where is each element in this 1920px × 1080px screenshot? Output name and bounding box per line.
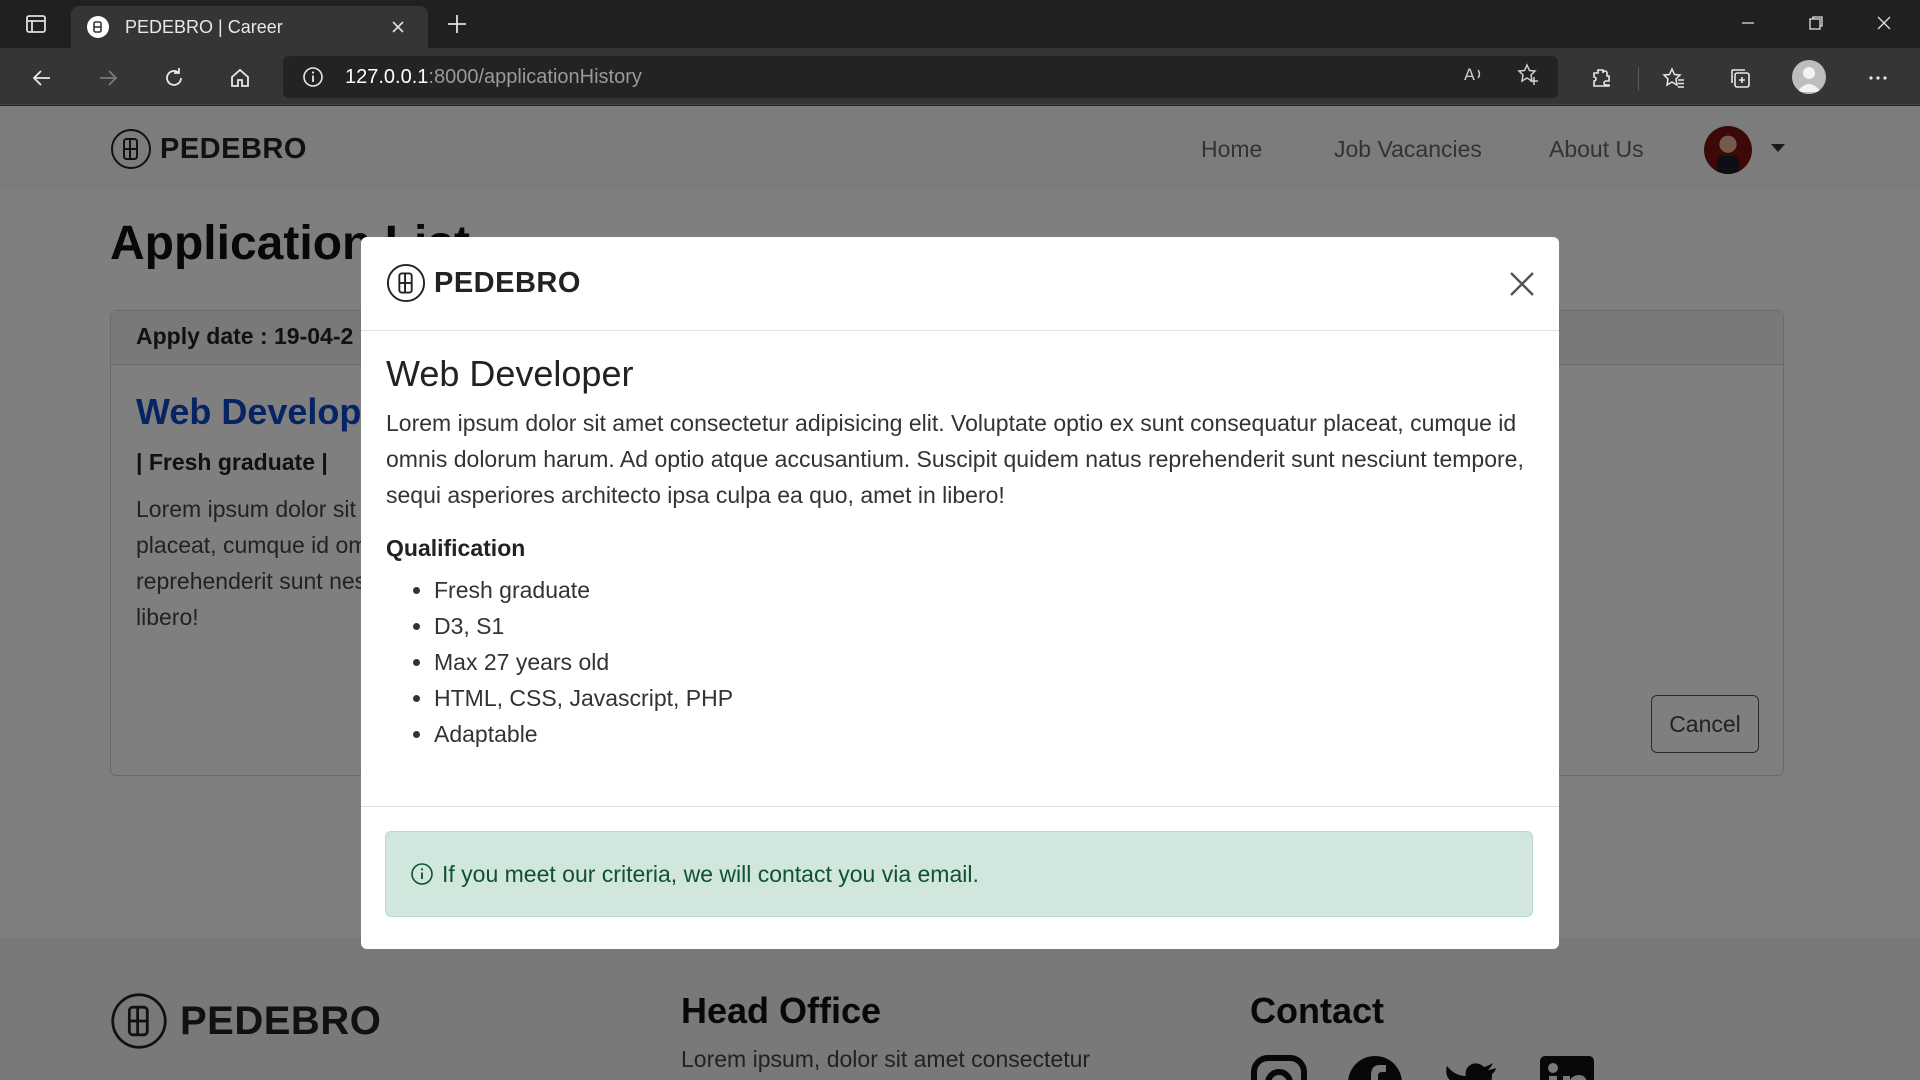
modal-brand: PEDEBRO: [386, 263, 581, 303]
close-window-icon[interactable]: [1856, 8, 1912, 38]
restore-icon[interactable]: [1788, 8, 1844, 38]
tab-close-icon[interactable]: [384, 13, 412, 41]
qualification-list: Fresh graduate D3, S1 Max 27 years old H…: [386, 572, 1534, 752]
read-aloud-icon[interactable]: A: [1456, 56, 1492, 92]
browser-tab-active[interactable]: PEDEBRO | Career: [71, 6, 428, 48]
modal-footer: If you meet our criteria, we will contac…: [361, 807, 1559, 949]
qualification-item: HTML, CSS, Javascript, PHP: [434, 680, 1534, 716]
modal-body: Web Developer Lorem ipsum dolor sit amet…: [361, 331, 1559, 807]
minimize-icon[interactable]: [1720, 8, 1776, 38]
browser-toolbar: 127.0.0.1:8000/applicationHistory A: [0, 48, 1920, 105]
address-bar[interactable]: 127.0.0.1:8000/applicationHistory: [283, 56, 1558, 98]
tab-actions-icon[interactable]: [14, 10, 58, 38]
tab-title: PEDEBRO | Career: [125, 16, 283, 37]
qualification-item: D3, S1: [434, 608, 1534, 644]
qualification-item: Fresh graduate: [434, 572, 1534, 608]
info-alert: If you meet our criteria, we will contac…: [385, 831, 1533, 917]
alert-text: If you meet our criteria, we will contac…: [442, 860, 979, 887]
svg-text:A: A: [1464, 65, 1475, 84]
qualification-item: Max 27 years old: [434, 644, 1534, 680]
forward-icon[interactable]: [90, 60, 126, 96]
modal-brand-name: PEDEBRO: [434, 266, 581, 299]
site-info-icon[interactable]: [301, 65, 325, 89]
add-favorite-icon[interactable]: [1510, 56, 1546, 92]
site-favicon-icon: [87, 16, 109, 38]
home-icon[interactable]: [222, 60, 258, 96]
browser-tab-bar: PEDEBRO | Career: [0, 0, 1920, 48]
qualification-title: Qualification: [386, 535, 526, 561]
modal-header: PEDEBRO: [361, 237, 1559, 331]
back-icon[interactable]: [24, 60, 60, 96]
close-icon[interactable]: [1507, 269, 1537, 299]
modal-job-description: Lorem ipsum dolor sit amet consectetur a…: [386, 410, 1524, 508]
job-detail-modal: PEDEBRO Web Developer Lorem ipsum dolor …: [361, 237, 1559, 949]
extensions-icon[interactable]: [1583, 60, 1619, 96]
url-path: :8000/applicationHistory: [428, 65, 642, 88]
qualification-item: Adaptable: [434, 716, 1534, 752]
pedebro-logo-icon: [386, 263, 426, 303]
reload-icon[interactable]: [156, 60, 192, 96]
info-circle-icon: [411, 863, 433, 885]
modal-job-title: Web Developer: [386, 353, 634, 394]
more-options-icon[interactable]: [1860, 60, 1896, 96]
collections-icon[interactable]: [1722, 60, 1758, 96]
url-host: 127.0.0.1: [345, 65, 429, 88]
favorites-icon[interactable]: [1656, 60, 1692, 96]
toolbar-separator: [1638, 67, 1639, 91]
browser-profile-icon[interactable]: [1792, 60, 1826, 94]
new-tab-icon[interactable]: [440, 10, 474, 38]
